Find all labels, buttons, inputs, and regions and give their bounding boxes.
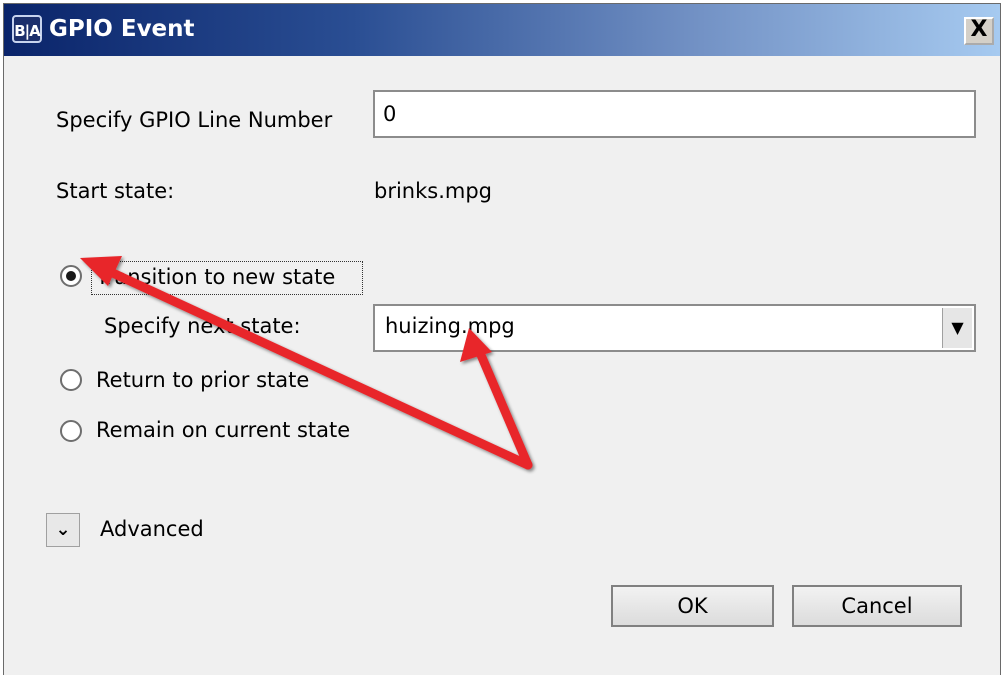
next-state-select[interactable]: huizing.mpg ▼ — [373, 304, 976, 352]
chevron-down-icon[interactable]: ⌄ — [46, 513, 80, 547]
title-bar: B|A GPIO Event X — [4, 4, 1000, 56]
cancel-button[interactable]: Cancel — [792, 585, 962, 627]
transition-label[interactable]: Transition to new state — [96, 265, 335, 289]
dropdown-arrow-icon[interactable]: ▼ — [942, 308, 972, 348]
window-title: GPIO Event — [49, 16, 195, 42]
return-prior-label[interactable]: Return to prior state — [96, 368, 309, 392]
gpio-event-dialog: B|A GPIO Event X Specify GPIO Line Numbe… — [3, 3, 1001, 675]
radio-selected-dot — [66, 271, 76, 281]
gpio-line-input[interactable]: 0 — [373, 90, 976, 138]
next-state-value: huizing.mpg — [385, 314, 515, 338]
start-state-label: Start state: — [56, 179, 175, 203]
app-logo-icon: B|A — [12, 15, 42, 43]
start-state-value: brinks.mpg — [374, 179, 493, 203]
gpio-line-label: Specify GPIO Line Number — [56, 108, 333, 132]
advanced-label[interactable]: Advanced — [100, 517, 204, 541]
remain-current-label[interactable]: Remain on current state — [96, 418, 350, 442]
next-state-label: Specify next state: — [104, 314, 301, 338]
remain-current-radio[interactable] — [60, 420, 82, 442]
ok-button[interactable]: OK — [611, 585, 774, 627]
return-prior-radio[interactable] — [60, 369, 82, 391]
close-button[interactable]: X — [964, 17, 994, 45]
transition-radio[interactable] — [60, 265, 82, 287]
